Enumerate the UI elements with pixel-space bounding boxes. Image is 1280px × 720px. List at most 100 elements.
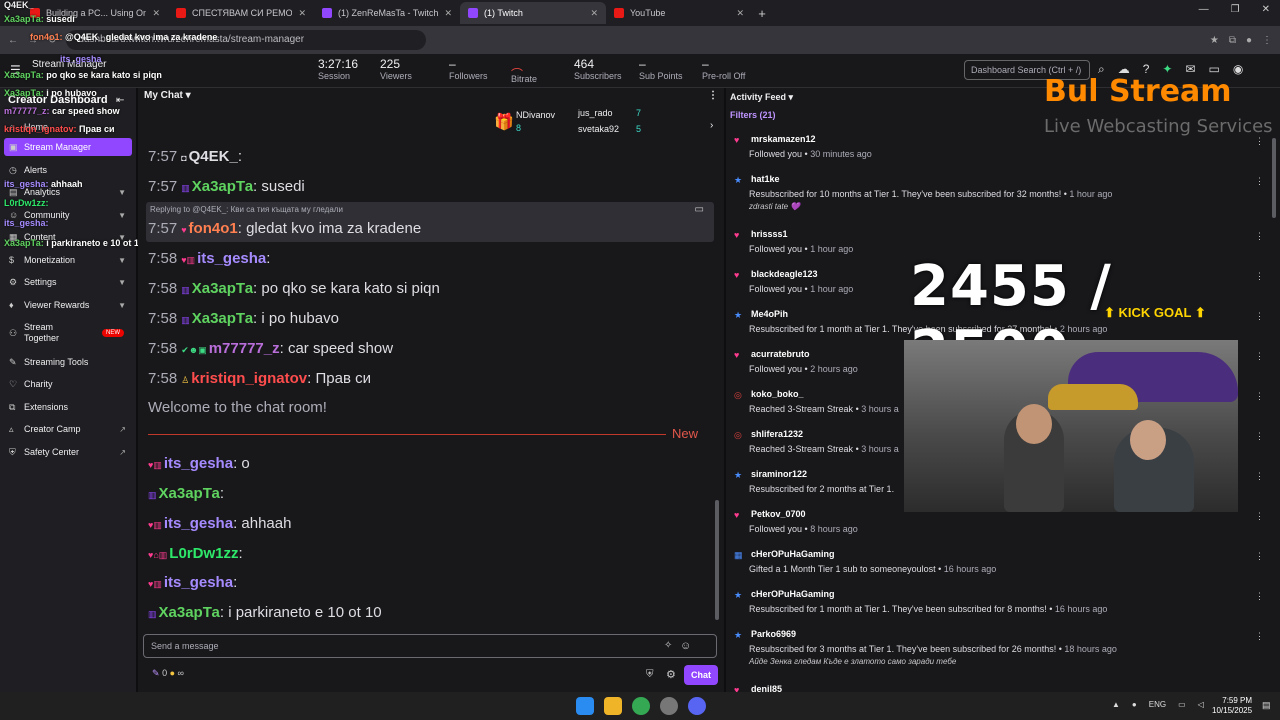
bookmark-icon[interactable]: ★ (1210, 35, 1219, 46)
more-options-icon[interactable]: ⋮ (1255, 551, 1264, 562)
chat-message[interactable]: 7:58 ▥ Ха3арТа: i po hubavo (148, 310, 339, 327)
sidebar-item-alerts[interactable]: ◷ Alerts (4, 161, 132, 179)
minimize-icon[interactable]: — (1199, 4, 1209, 15)
feed-item[interactable]: ♥ denil85 (734, 682, 1264, 692)
chat-message[interactable]: ♥▥ its_gesha: ahhaah (148, 515, 291, 532)
bulstream-logo: Bul Stream (1044, 74, 1232, 109)
chat-message[interactable]: 7:58 ✔☻▣ m77777_z: car speed show (148, 340, 393, 357)
sidebar-item-creator-camp[interactable]: ▵ Creator Camp ↗ (4, 420, 132, 438)
windows-start-icon[interactable] (576, 697, 594, 715)
stat-viewers: 225 Viewers (380, 57, 412, 81)
volume-icon[interactable]: ◁ (1198, 700, 1204, 709)
chat-message[interactable]: ▥ Ха3арТа: (148, 485, 224, 502)
sidebar-item-monetization[interactable]: $ Monetization ▼ (4, 251, 132, 269)
feed-item[interactable]: ♥ Petkov_0700 Followed you • 8 hours ago ⋮ (734, 507, 1264, 547)
chat-message[interactable]: 7:57 ▥ Ха3арТа: susedi (148, 178, 305, 195)
chat-message[interactable]: ▥ Ха3арТа: i parkiraneto e 10 ot 10 (148, 604, 382, 621)
chat-message[interactable]: 7:58 ♥▥ its_gesha: (148, 250, 270, 267)
filters-link[interactable]: Filters (21) (730, 110, 776, 120)
mic-icon[interactable]: ● (1132, 700, 1137, 709)
reply-icon[interactable]: ▭ (695, 204, 704, 215)
sidebar-item-settings[interactable]: ⚙ Settings ▼ (4, 273, 132, 291)
more-options-icon[interactable]: ⋮ (1255, 511, 1264, 522)
sidebar-item-safety-center[interactable]: ⛨ Safety Center ↗ (4, 443, 132, 461)
chat-message[interactable]: ♥▥ its_gesha: o (148, 455, 250, 472)
file-explorer-icon[interactable] (604, 697, 622, 715)
back-icon[interactable]: ← (8, 35, 18, 46)
browser-menu-icon[interactable]: ⋮ (1262, 35, 1272, 46)
chat-send-button[interactable]: Chat (684, 665, 718, 685)
collapse-icon[interactable]: ⇤ (116, 95, 124, 106)
gift-icon: ▦ (734, 550, 743, 560)
browser-tab-active[interactable]: (1) Twitch ✕ (460, 2, 606, 24)
network-icon[interactable]: ▭ (1178, 700, 1186, 709)
more-options-icon[interactable]: ⋮ (1255, 431, 1264, 442)
close-icon[interactable]: ✕ (152, 8, 160, 19)
more-options-icon[interactable]: ⋮ (1255, 471, 1264, 482)
avatar[interactable]: ◉ (1233, 62, 1243, 77)
sparkle-icon[interactable]: ✧ (664, 640, 672, 651)
heart-icon: ♥ (734, 270, 740, 280)
shield-icon[interactable]: ⛨ (646, 669, 654, 680)
chat-input[interactable]: Send a message (143, 634, 717, 658)
profile-icon[interactable]: ● (1246, 35, 1252, 46)
close-window-icon[interactable]: ✕ (1262, 4, 1270, 15)
chat-message[interactable]: 7:58 ▥ Ха3арТа: po qko se kara kato si piq… (148, 280, 440, 297)
emote-icon[interactable]: ☺ (680, 640, 691, 652)
new-tab-button[interactable]: + (752, 6, 772, 21)
browser-tab[interactable]: СПЕСТЯВАМ СИ РЕМОНТ ЗА 3✕ (168, 2, 314, 24)
stat-bitrate: ︵ Bitrate (511, 59, 538, 84)
chat-message[interactable]: 7:57 ♥ fon4o1: gledat kvo ima za kradene (148, 220, 421, 237)
close-icon[interactable]: ✕ (736, 8, 744, 19)
extensions-icon[interactable]: ⧉ (1229, 35, 1236, 46)
browser-tab[interactable]: YouTube ✕ (606, 2, 752, 24)
channel-points[interactable]: ✎ 0 ● ∞ (152, 668, 184, 679)
stream-icon: ▣ (9, 141, 18, 152)
reward-icon: ♦ (9, 300, 14, 310)
feed-scrollbar[interactable] (1272, 138, 1276, 218)
sidebar-item-stream-together[interactable]: ⚇ Stream Together NEW (4, 320, 132, 346)
browser-tab[interactable]: (1) ZenReMasTa - Twitch ✕ (314, 2, 460, 24)
sidebar-item-stream-manager[interactable]: ▣ Stream Manager (4, 138, 132, 156)
more-options-icon[interactable]: ⋮ (1255, 231, 1264, 242)
clock[interactable]: 7:59 PM 10/15/2025 (1212, 696, 1252, 716)
sidebar-item-charity[interactable]: ♡ Charity (4, 375, 132, 393)
chrome-icon[interactable] (632, 697, 650, 715)
chevron-down-icon: ▼ (118, 187, 126, 197)
chat-message[interactable]: ♥▥ its_gesha: (148, 574, 237, 591)
feed-item[interactable]: ★ cHerOPuHaGaming Resubscribed for 1 month… (734, 587, 1264, 627)
more-options-icon[interactable]: ⋮ (708, 90, 718, 102)
feed-item[interactable]: ♥ mrskamazen12 Followed you • 30 minutes a… (734, 132, 1264, 172)
feed-item[interactable]: ★ Parko6969 Resubscribed for 3 months at T… (734, 627, 1264, 667)
reply-context: Replying to @Q4EK_: Кви са тия къщата му… (150, 205, 343, 214)
language-indicator[interactable]: ENG (1149, 700, 1166, 709)
browser-icon[interactable] (660, 697, 678, 715)
more-options-icon[interactable]: ⋮ (1255, 591, 1264, 602)
chat-title[interactable]: My Chat ▾ (144, 90, 191, 102)
gear-icon[interactable]: ⚙ (666, 668, 676, 681)
feed-item[interactable]: ★ hat1ke Resubscribed for 10 months at Tie… (734, 172, 1264, 212)
close-icon[interactable]: ✕ (590, 8, 598, 19)
close-icon[interactable]: ✕ (298, 8, 306, 19)
more-options-icon[interactable]: ⋮ (1255, 176, 1264, 187)
more-options-icon[interactable]: ⋮ (1255, 136, 1264, 147)
sidebar-item-viewer-rewards[interactable]: ♦ Viewer Rewards ▼ (4, 296, 132, 314)
maximize-icon[interactable]: ❐ (1231, 4, 1240, 15)
chevron-right-icon[interactable]: › (710, 120, 713, 131)
sidebar-item-streaming-tools[interactable]: ✎ Streaming Tools (4, 353, 132, 371)
star-icon: ★ (734, 590, 743, 600)
feed-item[interactable]: ▦ cHerOPuHaGaming Gifted a 1 Month Tier 1 … (734, 547, 1264, 587)
discord-icon[interactable] (688, 697, 706, 715)
heart-icon: ♥ (734, 510, 740, 520)
chat-message[interactable]: 7:57 ◘ Q4EK_: (148, 148, 242, 165)
overlay-message: Ха3арТа: po qko se kara kato si piqn (4, 70, 162, 80)
chat-scrollbar[interactable] (715, 500, 719, 620)
more-options-icon[interactable]: ⋮ (1255, 391, 1264, 402)
sidebar-item-extensions[interactable]: ⧉ Extensions (4, 398, 132, 416)
chat-message[interactable]: ♥⌂▥ L0rDw1zz: (148, 545, 243, 562)
more-options-icon[interactable]: ⋮ (1255, 631, 1264, 642)
close-icon[interactable]: ✕ (444, 8, 452, 19)
chat-message[interactable]: 7:58 ♙ kristiqn_ignatov: Прав си (148, 370, 371, 387)
chevron-up-icon[interactable]: ▲ (1112, 700, 1120, 709)
notification-icon[interactable]: ▤ (1262, 700, 1271, 711)
